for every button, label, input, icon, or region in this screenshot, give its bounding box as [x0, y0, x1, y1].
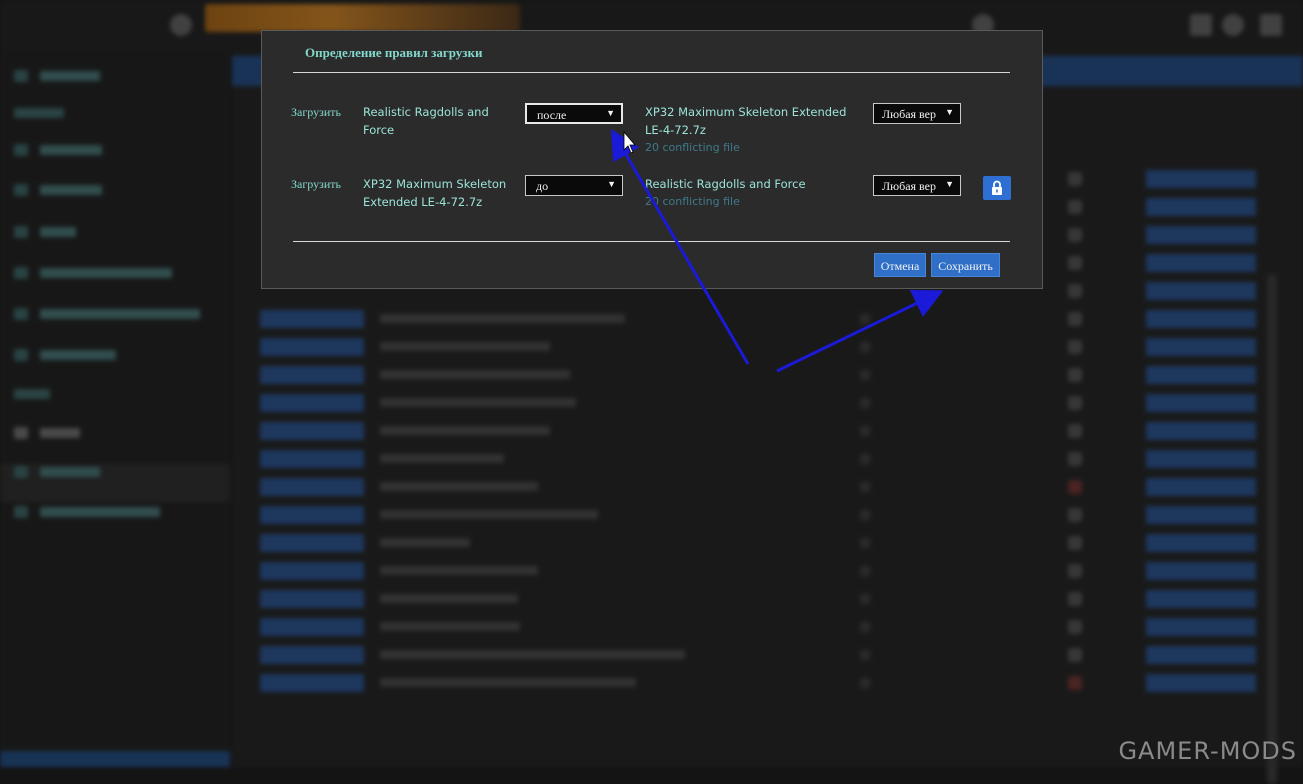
rule-2-target-mod: Realistic Ragdolls and Force	[645, 177, 806, 191]
rule-1-version-value: Любая вер	[882, 107, 936, 121]
rule-1-order-select[interactable]: после ▼	[525, 103, 623, 124]
rule-1-conflicts[interactable]: 20 conflicting file	[645, 141, 740, 154]
rule-2-mod-name: XP32 Maximum Skeleton Extended LE-4-72.7…	[363, 177, 507, 209]
watermark: GAMER-MODS	[1118, 737, 1297, 765]
table-row	[260, 308, 1280, 330]
app-icon	[170, 14, 192, 36]
table-row	[260, 476, 1280, 498]
table-row	[260, 644, 1280, 666]
sidebar	[0, 52, 230, 767]
rule-1-mod-name: Realistic Ragdolls and Force	[363, 105, 489, 137]
dialog-title: Определение правил загрузки	[305, 45, 483, 60]
table-row	[260, 448, 1280, 470]
table-row	[260, 672, 1280, 694]
rule-2-version-select[interactable]: Любая вер ▼	[873, 175, 961, 196]
close-icon	[1260, 14, 1282, 36]
divider	[293, 72, 1010, 73]
rule-1-version-select[interactable]: Любая вер ▼	[873, 103, 961, 124]
divider	[293, 241, 1010, 242]
chevron-down-icon: ▼	[945, 107, 954, 117]
table-row	[260, 532, 1280, 554]
rule-1-target-mod: XP32 Maximum Skeleton Extended LE-4-72.7…	[645, 105, 847, 137]
chevron-down-icon: ▼	[945, 179, 954, 189]
save-button[interactable]: Сохранить	[931, 253, 1000, 277]
banner	[205, 4, 520, 32]
chevron-down-icon: ▼	[606, 108, 615, 118]
table-row	[260, 616, 1280, 638]
help-icon	[1222, 14, 1244, 36]
rule-1-order-value: после	[537, 108, 567, 122]
rule-2-version-value: Любая вер	[882, 179, 936, 193]
table-row	[260, 588, 1280, 610]
cancel-button[interactable]: Отмена	[874, 253, 926, 277]
settings-icon	[1190, 14, 1212, 36]
rule-2-conflicts[interactable]: 20 conflicting file	[645, 195, 740, 208]
table-row	[260, 392, 1280, 414]
rule-2-action-label: Загрузить	[291, 177, 341, 191]
table-row	[260, 560, 1280, 582]
rule-2-order-select[interactable]: до ▼	[525, 175, 623, 196]
rule-1-action-label: Загрузить	[291, 105, 341, 119]
table-row	[260, 364, 1280, 386]
rule-2-order-value: до	[536, 179, 549, 193]
lock-button[interactable]	[983, 176, 1011, 200]
chevron-down-icon: ▼	[607, 179, 616, 189]
table-row	[260, 420, 1280, 442]
sidebar-active-item	[0, 464, 230, 502]
sidebar-footer	[0, 751, 230, 767]
lock-icon	[992, 180, 1002, 195]
table-row	[260, 336, 1280, 358]
load-rules-dialog: Определение правил загрузки Загрузить Re…	[261, 30, 1043, 289]
table-row	[260, 504, 1280, 526]
